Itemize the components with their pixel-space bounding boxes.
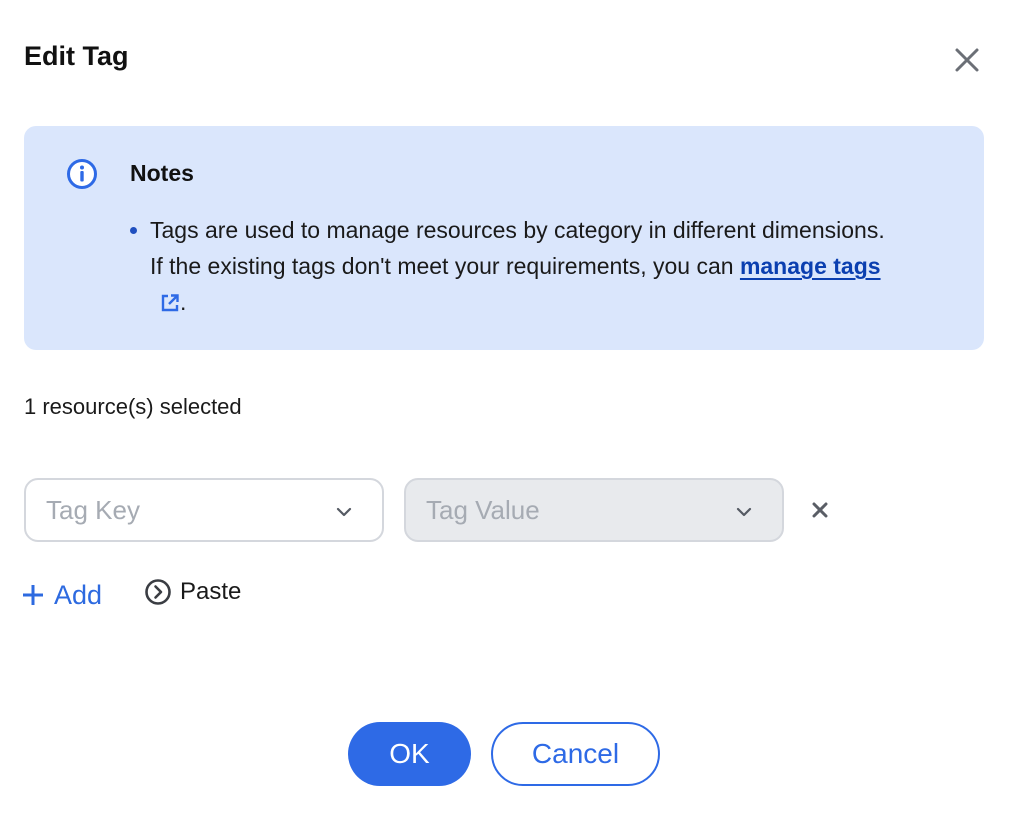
notes-list: Tags are used to manage resources by cat… [128,212,888,320]
cancel-button[interactable]: Cancel [491,722,660,786]
paste-label: Paste [180,578,242,605]
tag-key-placeholder: Tag Key [46,494,140,525]
add-tag-button[interactable]: Add [22,576,102,614]
plus-icon [23,585,43,605]
notes-text-end: . [180,289,187,315]
chevron-down-icon [336,507,352,517]
chevron-right-circle-icon [145,579,171,605]
paste-button[interactable]: Paste [144,574,241,610]
close-button[interactable] [950,43,984,77]
chevron-down-icon [736,507,752,517]
info-circle-icon [67,159,97,189]
selected-count: 1 resource(s) selected [24,394,242,419]
close-icon [812,502,828,518]
add-label: Add [54,579,103,610]
manage-tags-link[interactable]: manage tags [740,253,881,279]
notes-item: Tags are used to manage resources by cat… [128,212,888,320]
tag-key-select[interactable]: Tag Key [24,478,384,542]
external-link-icon[interactable] [160,293,180,313]
ok-button[interactable]: OK [348,722,471,786]
notes-panel: Notes Tags are used to manage resources … [24,126,984,350]
notes-title: Notes [130,160,194,186]
remove-tag-button[interactable] [806,496,834,524]
tag-value-select[interactable]: Tag Value [404,478,784,542]
tag-value-placeholder: Tag Value [426,494,540,525]
close-icon [955,48,979,72]
bullet-point [130,227,137,234]
dialog-title: Edit Tag [24,41,129,71]
